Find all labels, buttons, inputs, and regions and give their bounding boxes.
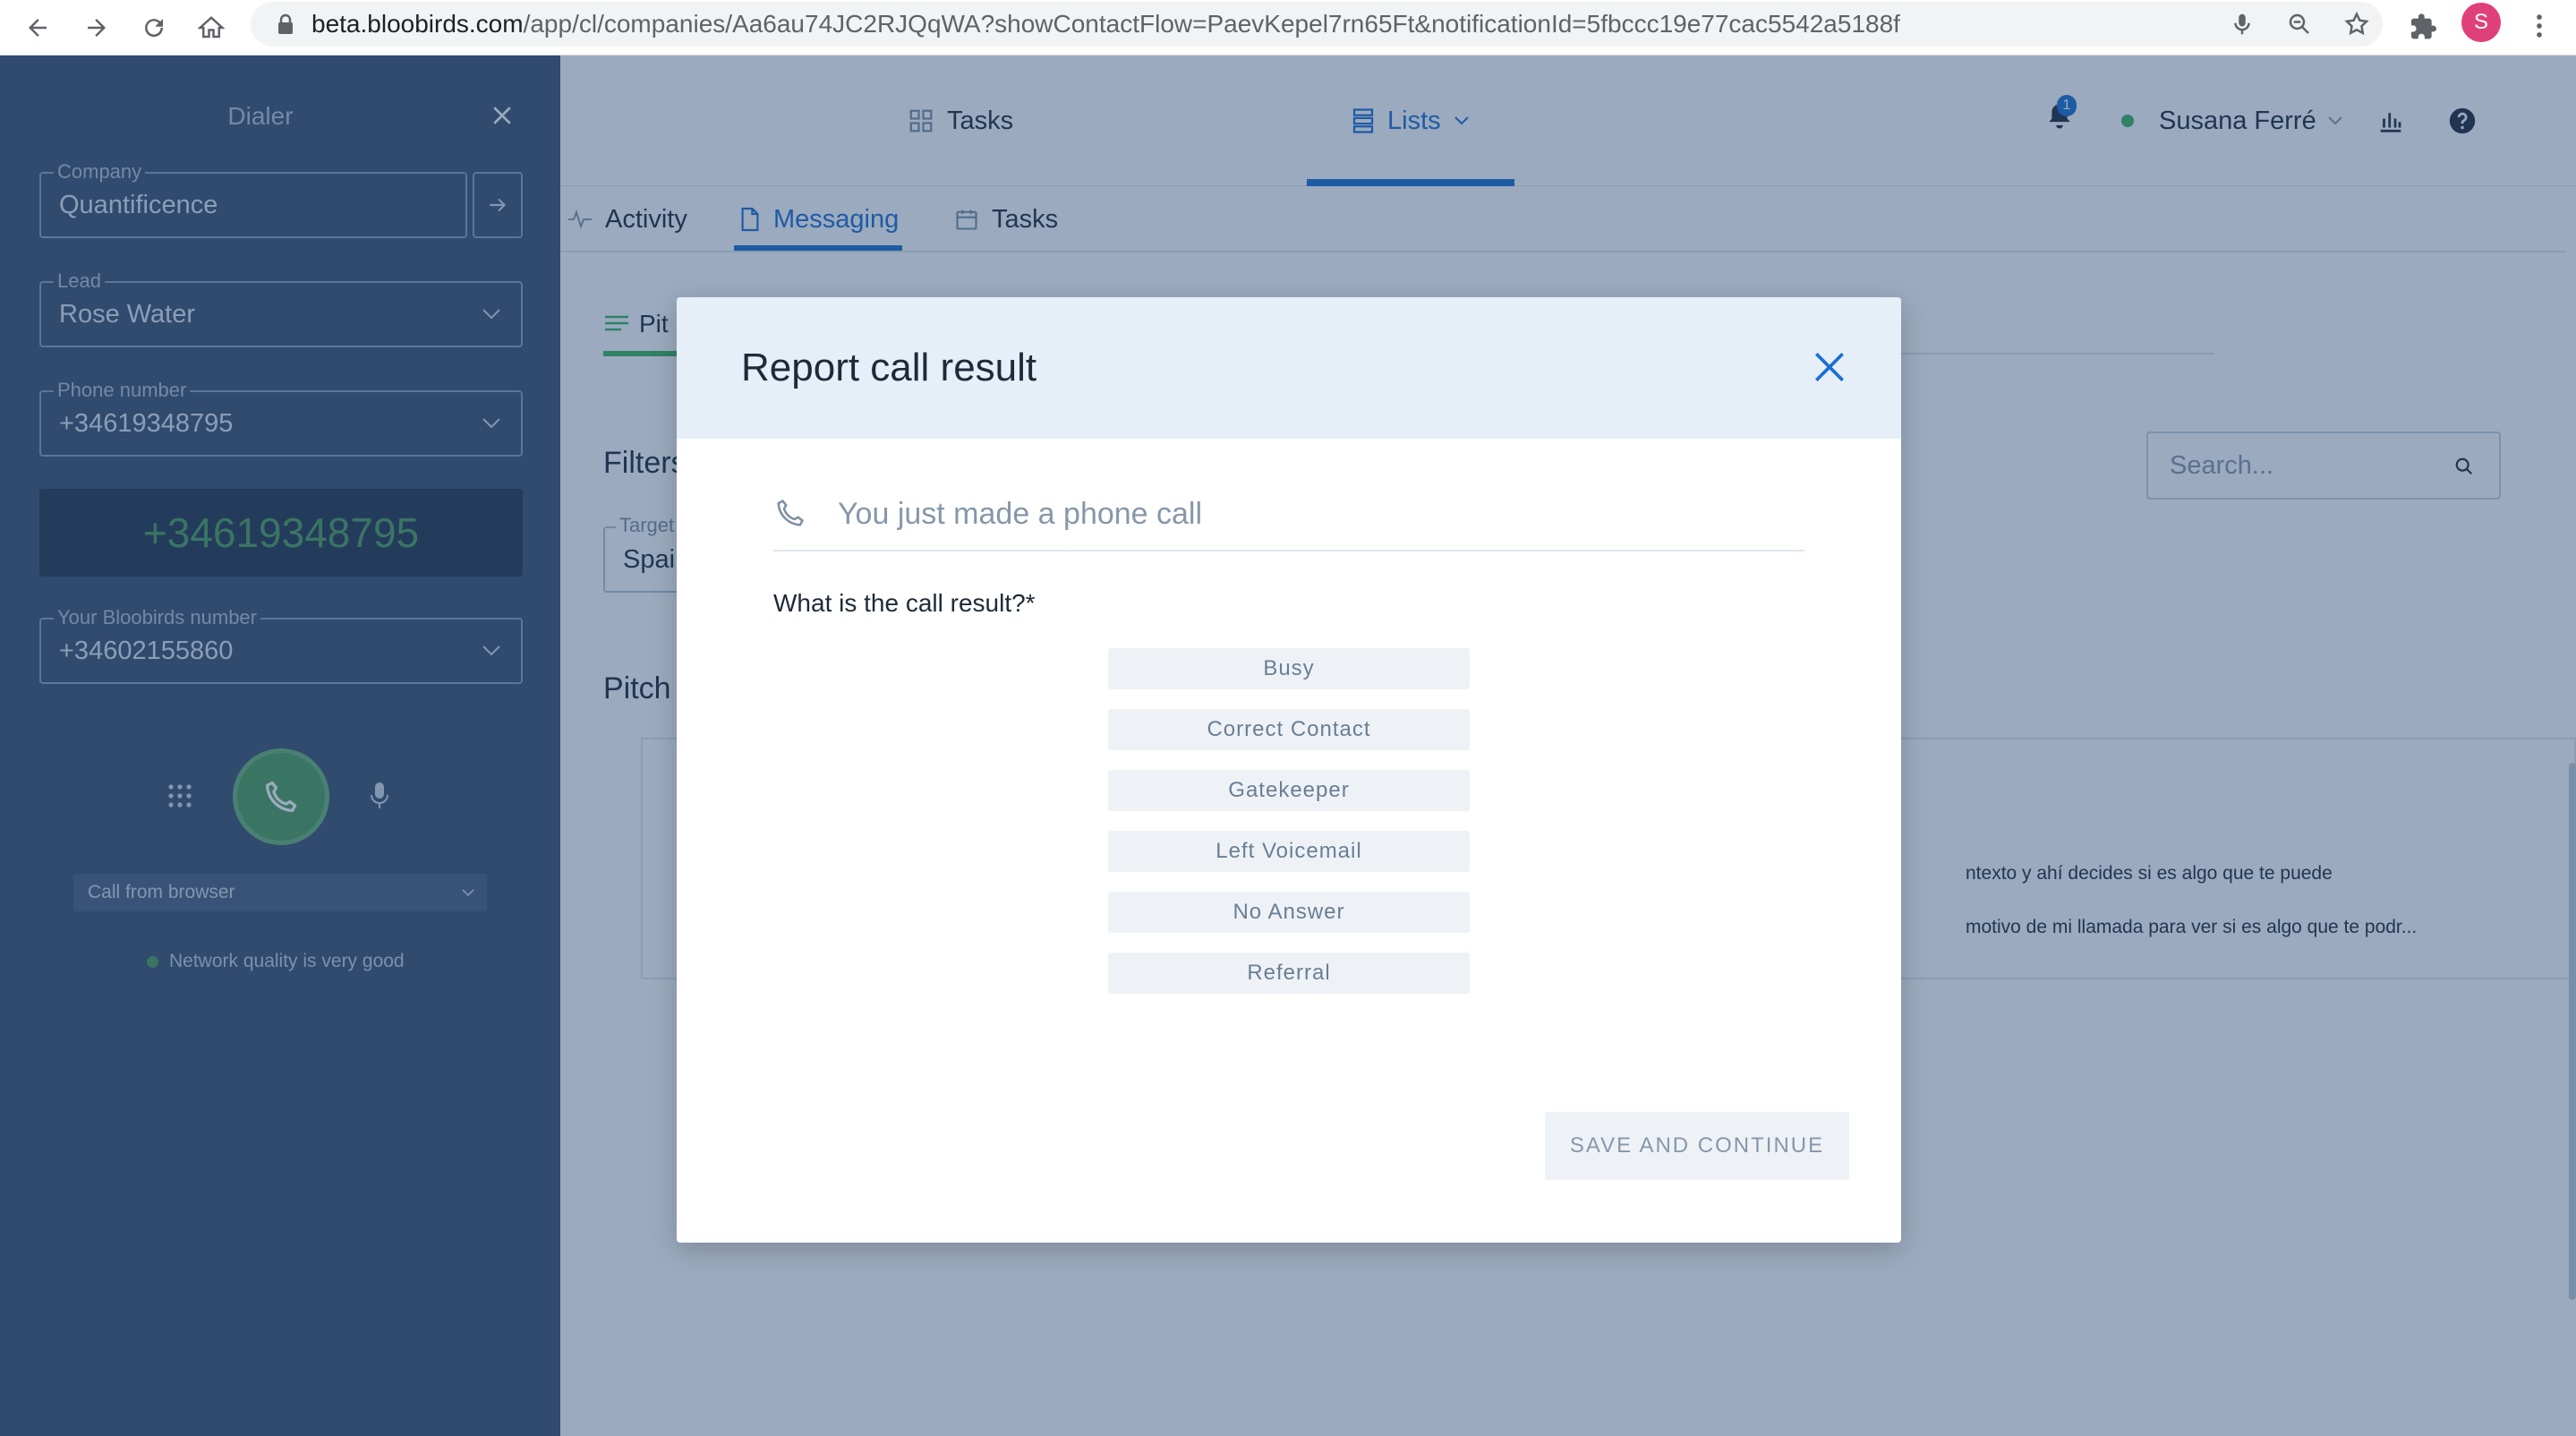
reload-button[interactable] [132, 6, 175, 49]
result-option-referral[interactable]: Referral [1108, 953, 1470, 994]
save-and-continue-button[interactable]: SAVE AND CONTINUE [1545, 1112, 1849, 1180]
result-option-no-answer[interactable]: No Answer [1108, 892, 1470, 933]
result-option-correct-contact[interactable]: Correct Contact [1108, 709, 1470, 750]
forward-arrow-icon [88, 19, 106, 37]
home-button[interactable] [190, 6, 233, 49]
modal-header: Report call result [677, 297, 1901, 439]
report-call-result-modal: Report call result You just made a phone… [677, 297, 1901, 1243]
bookmark-star-icon[interactable] [2343, 11, 2370, 38]
result-option-left-voicemail[interactable]: Left Voicemail [1108, 831, 1470, 872]
browser-toolbar: beta.bloobirds.com/app/cl/companies/Aa6a… [0, 0, 2576, 56]
lock-icon [278, 13, 293, 34]
home-icon [198, 16, 225, 38]
phone-icon [777, 500, 804, 526]
modal-title: Report call result [741, 346, 1037, 389]
url-text: beta.bloobirds.com/app/cl/companies/Aa6a… [311, 2, 1900, 47]
call-result-question: What is the call result?* [773, 589, 1036, 617]
profile-avatar[interactable]: S [2461, 3, 2501, 42]
call-note: You just made a phone call [773, 476, 1804, 551]
forward-button[interactable] [75, 6, 118, 49]
browser-menu-icon[interactable] [2524, 11, 2555, 41]
url-path: /app/cl/companies/Aa6au74JC2RJQqWA?showC… [523, 10, 1900, 38]
microphone-icon[interactable] [2229, 11, 2256, 38]
close-icon[interactable] [1810, 347, 1849, 387]
address-bar[interactable]: beta.bloobirds.com/app/cl/companies/Aa6a… [251, 2, 2383, 47]
call-note-text: You just made a phone call [838, 497, 1203, 531]
zoom-icon[interactable] [2286, 11, 2313, 38]
result-option-gatekeeper[interactable]: Gatekeeper [1108, 770, 1470, 811]
url-host: beta.bloobirds.com [311, 10, 524, 38]
extensions-puzzle-icon[interactable] [2410, 13, 2438, 41]
back-button[interactable] [16, 6, 59, 49]
reload-icon [145, 19, 164, 38]
result-option-busy[interactable]: Busy [1108, 648, 1470, 689]
back-arrow-icon [29, 19, 47, 37]
